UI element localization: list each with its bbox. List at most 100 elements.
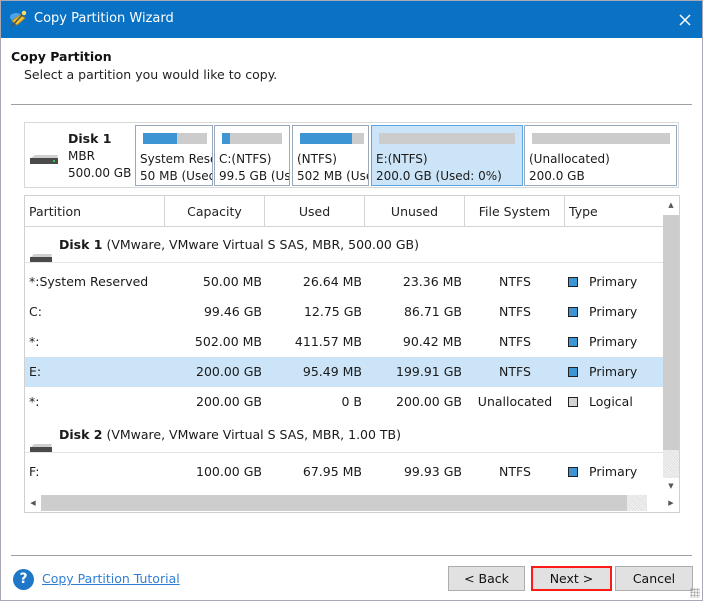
table-row[interactable]: *: 502.00 MB 411.57 MB 90.42 MB NTFS Primary bbox=[25, 327, 663, 357]
usage-bar bbox=[222, 133, 282, 144]
column-header-capacity[interactable]: Capacity bbox=[165, 196, 265, 227]
scroll-down-arrow-icon[interactable]: ▼ bbox=[663, 478, 679, 494]
cell-partition: F: bbox=[29, 464, 40, 479]
cell-used: 12.75 GB bbox=[303, 304, 362, 319]
disk-group-row[interactable]: Disk 2 (VMware, VMware Virtual S SAS, MB… bbox=[25, 417, 663, 453]
vertical-scrollbar[interactable]: ▲ ▼ bbox=[663, 196, 679, 494]
scroll-up-arrow-icon[interactable]: ▲ bbox=[663, 197, 679, 213]
partition-label: C:(NTFS) bbox=[219, 152, 272, 166]
disk-map-partition[interactable]: C:(NTFS) 99.5 GB (Used: 12%) bbox=[214, 125, 290, 186]
cell-unused: 99.93 GB bbox=[403, 464, 462, 479]
partition-type-swatch-icon bbox=[568, 337, 578, 347]
cell-capacity: 100.00 GB bbox=[196, 464, 262, 479]
partition-type-swatch-icon bbox=[568, 277, 578, 287]
vertical-scroll-track[interactable] bbox=[663, 450, 679, 478]
cell-capacity: 200.00 GB bbox=[196, 364, 262, 379]
usage-bar bbox=[143, 133, 207, 144]
table-row[interactable]: E: 200.00 GB 95.49 MB 199.91 GB NTFS Primary bbox=[25, 357, 663, 387]
header-divider bbox=[11, 104, 692, 105]
cell-file-system: NTFS bbox=[499, 464, 531, 479]
cell-type: Primary bbox=[568, 357, 663, 387]
usage-bar-fill bbox=[143, 133, 177, 144]
partition-table: Partition Capacity Used Unused File Syst… bbox=[24, 195, 680, 513]
disk-group-name: Disk 2 bbox=[59, 427, 103, 442]
usage-bar bbox=[300, 133, 364, 144]
cell-type: Primary bbox=[568, 267, 663, 297]
vertical-scroll-thumb[interactable] bbox=[663, 215, 679, 450]
cell-file-system: NTFS bbox=[499, 304, 531, 319]
partition-size: 502 MB (Used: 82%) bbox=[297, 169, 368, 183]
usage-bar-fill bbox=[300, 133, 352, 144]
disk-group-row[interactable]: Disk 1 (VMware, VMware Virtual S SAS, MB… bbox=[25, 227, 663, 263]
usage-bar-fill bbox=[222, 133, 230, 144]
disk-name: Disk 1 bbox=[68, 131, 112, 146]
cell-file-system: Unallocated bbox=[477, 394, 553, 409]
cell-partition: *: bbox=[29, 394, 40, 409]
cell-capacity: 99.46 GB bbox=[203, 304, 262, 319]
disk-map-disk-info[interactable]: Disk 1 MBR 500.00 GB bbox=[25, 123, 134, 187]
table-header: Partition Capacity Used Unused File Syst… bbox=[25, 196, 663, 227]
resize-grip-icon[interactable] bbox=[690, 588, 700, 598]
cell-type: Primary bbox=[568, 297, 663, 327]
cell-unused: 199.91 GB bbox=[396, 364, 462, 379]
window-title: Copy Partition Wizard bbox=[34, 11, 174, 26]
partition-type-swatch-icon bbox=[568, 467, 578, 477]
cell-unused: 90.42 MB bbox=[402, 334, 462, 349]
cell-partition: C: bbox=[29, 304, 42, 319]
table-row[interactable]: F: 100.00 GB 67.95 MB 99.93 GB NTFS Primary bbox=[25, 457, 663, 487]
title-bar: Copy Partition Wizard bbox=[1, 1, 702, 38]
cell-unused: 200.00 GB bbox=[396, 394, 462, 409]
cell-capacity: 50.00 MB bbox=[202, 274, 262, 289]
scroll-right-arrow-icon[interactable]: ▶ bbox=[663, 495, 679, 511]
hard-drive-icon bbox=[29, 154, 59, 169]
disk-group-details: (VMware, VMware Virtual S SAS, MBR, 1.00… bbox=[106, 427, 402, 442]
horizontal-scrollbar[interactable]: ◀ ▶ bbox=[25, 494, 674, 512]
cell-type-label: Primary bbox=[589, 364, 638, 379]
next-button[interactable]: Next > bbox=[531, 566, 612, 591]
horizontal-scroll-track[interactable] bbox=[627, 495, 647, 511]
wizard-wand-icon bbox=[9, 9, 29, 29]
partition-label: (Unallocated) bbox=[529, 152, 610, 166]
disk-group-details: (VMware, VMware Virtual S SAS, MBR, 500.… bbox=[106, 237, 419, 252]
partition-type-swatch-icon bbox=[568, 307, 578, 317]
partition-size: 200.0 GB bbox=[529, 169, 585, 183]
disk-map-partition[interactable]: System Reserved 50 MB (Used: 53%) bbox=[135, 125, 213, 186]
cell-unused: 86.71 GB bbox=[403, 304, 462, 319]
tutorial-link[interactable]: Copy Partition Tutorial bbox=[42, 571, 180, 586]
disk-size: 500.00 GB bbox=[68, 166, 132, 180]
cell-used: 0 B bbox=[341, 394, 362, 409]
cell-partition: E: bbox=[29, 364, 42, 379]
column-header-unused[interactable]: Unused bbox=[365, 196, 465, 227]
cell-type-label: Primary bbox=[589, 304, 638, 319]
cell-type-label: Primary bbox=[589, 464, 638, 479]
cell-capacity: 502.00 MB bbox=[194, 334, 262, 349]
disk-map-partition[interactable]: (NTFS) 502 MB (Used: 82%) bbox=[292, 125, 369, 186]
disk-map-partition[interactable]: (Unallocated) 200.0 GB bbox=[524, 125, 677, 186]
footer-divider bbox=[11, 555, 692, 556]
cell-file-system: NTFS bbox=[499, 364, 531, 379]
horizontal-scroll-thumb[interactable] bbox=[41, 495, 627, 511]
cell-capacity: 200.00 GB bbox=[196, 394, 262, 409]
column-header-partition[interactable]: Partition bbox=[25, 196, 165, 227]
table-row[interactable]: *:System Reserved 50.00 MB 26.64 MB 23.36 M… bbox=[25, 267, 663, 297]
table-row[interactable]: C: 99.46 GB 12.75 GB 86.71 GB NTFS Primary bbox=[25, 297, 663, 327]
scroll-left-arrow-icon[interactable]: ◀ bbox=[25, 495, 41, 511]
cell-used: 411.57 MB bbox=[294, 334, 362, 349]
table-row[interactable]: *: 200.00 GB 0 B 200.00 GB Unallocated Logica… bbox=[25, 387, 663, 417]
question-circle-icon[interactable]: ? bbox=[13, 569, 34, 590]
usage-bar bbox=[532, 133, 670, 144]
partition-size: 200.0 GB (Used: 0%) bbox=[376, 169, 502, 183]
column-header-type[interactable]: Type bbox=[565, 196, 663, 227]
back-button[interactable]: < Back bbox=[448, 566, 525, 591]
column-header-used[interactable]: Used bbox=[265, 196, 365, 227]
page-title: Copy Partition bbox=[11, 49, 112, 64]
close-button[interactable] bbox=[668, 1, 702, 38]
partition-label: System Reserved bbox=[140, 152, 212, 166]
cancel-button[interactable]: Cancel bbox=[615, 566, 693, 591]
cell-type: Logical bbox=[568, 387, 663, 417]
disk-map-partition[interactable]: E:(NTFS) 200.0 GB (Used: 0%) bbox=[371, 125, 523, 186]
column-header-file-system[interactable]: File System bbox=[465, 196, 565, 227]
cell-file-system: NTFS bbox=[499, 274, 531, 289]
partition-size: 50 MB (Used: 53%) bbox=[140, 169, 212, 183]
cell-used: 67.95 MB bbox=[302, 464, 362, 479]
